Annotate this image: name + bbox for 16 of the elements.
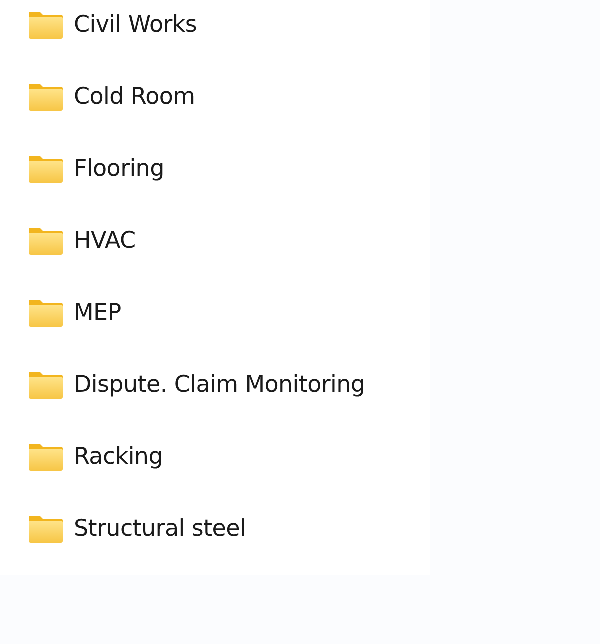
folder-icon [29, 156, 63, 182]
folder-name[interactable]: Dispute. Claim Monitoring [74, 372, 366, 398]
folder-name[interactable]: Civil Works [74, 12, 198, 38]
folder-icon [29, 516, 63, 542]
folder-name[interactable]: Flooring [74, 156, 164, 182]
folder-icon [29, 84, 63, 110]
folder-name[interactable]: MEP [74, 300, 122, 326]
folder-icon [29, 372, 63, 398]
folder-name[interactable]: HVAC [74, 228, 136, 254]
folder-icon [29, 300, 63, 326]
folder-icon [29, 444, 63, 470]
folder-name[interactable]: Cold Room [74, 84, 196, 110]
folder-icon [29, 12, 63, 38]
folder-icon [29, 228, 63, 254]
folder-name[interactable]: Racking [74, 444, 164, 470]
folder-name[interactable]: Structural steel [74, 516, 246, 542]
